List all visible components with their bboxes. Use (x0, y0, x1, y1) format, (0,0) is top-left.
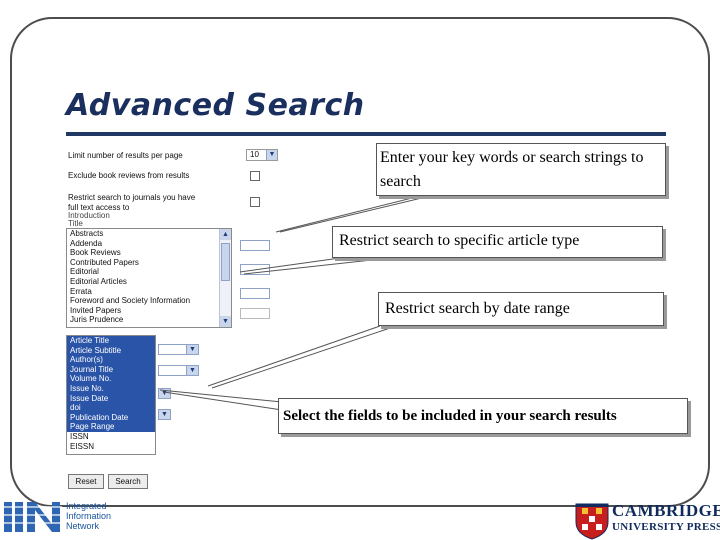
callout-leader-lines (159, 195, 431, 411)
leader-line-date-range (207, 325, 381, 387)
iin-line-2: Information (66, 511, 112, 521)
cup-line-1: CAMBRIDGE (612, 501, 720, 520)
cup-line-2: UNIVERSITY PRESS (612, 521, 720, 533)
leader-line-article-type-2 (243, 257, 391, 275)
callout-date-range: Restrict search by date range (378, 292, 664, 326)
callout-article-type-text: Restrict search to specific article type (339, 232, 580, 249)
callout-keywords: Enter your key words or search strings t… (376, 143, 666, 196)
callout-fields: Select the fields to be included in your… (278, 398, 688, 434)
leader-line-fields-2 (163, 391, 283, 411)
cambridge-logo-text: CAMBRIDGE UNIVERSITY PRESS (612, 502, 720, 534)
callout-keywords-text: Enter your key words or search strings t… (380, 149, 644, 190)
iin-line-3: Network (66, 521, 100, 531)
callout-article-type: Restrict search to specific article type (332, 226, 663, 258)
iin-logo-text: Integrated Information Network (66, 501, 111, 531)
callout-fields-text: Select the fields to be included in your… (283, 408, 617, 424)
iin-line-1: Integrated (66, 501, 107, 511)
callout-date-range-text: Restrict search by date range (385, 300, 570, 317)
leader-line-date-range-2 (211, 325, 397, 389)
